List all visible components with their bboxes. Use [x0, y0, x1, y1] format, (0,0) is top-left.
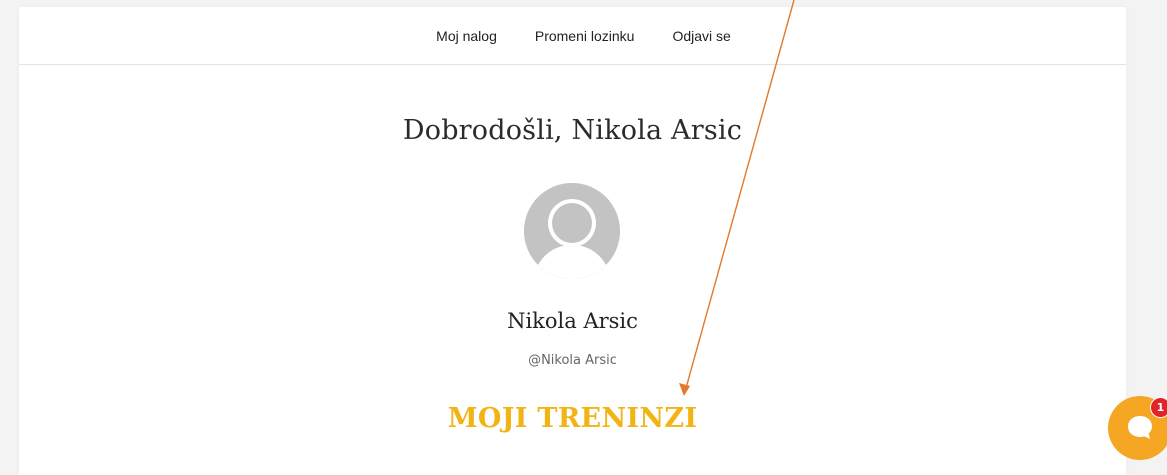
profile-card: Moj nalog Promeni lozinku Odjavi se Dobr… [19, 7, 1126, 475]
nav-logout[interactable]: Odjavi se [672, 28, 730, 44]
profile-handle: @Nikola Arsic [528, 353, 617, 368]
notification-badge: 1 [1150, 397, 1167, 418]
welcome-title: Dobrodošli, Nikola Arsic [402, 115, 743, 146]
profile-name: Nikola Arsic [507, 309, 638, 333]
avatar [524, 183, 620, 279]
my-trainings-heading[interactable]: MOJI TRENINZI [19, 403, 1126, 434]
default-user-avatar-icon [524, 183, 620, 279]
nav-change-password[interactable]: Promeni lozinku [535, 28, 635, 44]
top-navigation: Moj nalog Promeni lozinku Odjavi se [19, 7, 1126, 65]
chat-bubble-icon [1128, 416, 1152, 439]
nav-my-account[interactable]: Moj nalog [436, 28, 497, 44]
